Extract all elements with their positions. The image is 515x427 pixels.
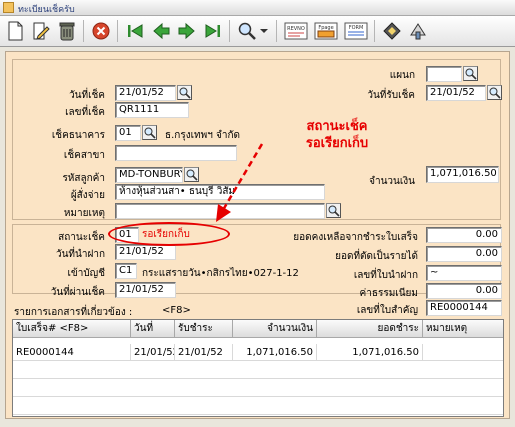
table-row-receipt[interactable]: RE0000144 xyxy=(13,344,131,361)
deposit-date-input[interactable]: 21/01/52 xyxy=(115,244,176,260)
amount-input[interactable]: 1,071,016.50 xyxy=(426,166,499,183)
grid-header-date[interactable]: วันที่ xyxy=(131,320,175,338)
cheque-date-picker-button[interactable] xyxy=(177,85,192,100)
cheque-no-input[interactable]: QR1111 xyxy=(115,102,189,118)
voucher-label: เลขที่ใบสำคัญ xyxy=(356,305,418,316)
title-bar: ทะเบียนเช็ครับ xyxy=(0,0,515,16)
department-label: แผนก xyxy=(389,70,415,81)
account-label: เข้าบัญชี xyxy=(67,268,105,279)
search-icon xyxy=(179,87,191,99)
pass-date-label: วันที่ผ่านเช็ค xyxy=(50,287,105,298)
print-icon[interactable]: Fpage xyxy=(313,20,339,42)
table-row-remark[interactable] xyxy=(423,344,503,361)
received-date-label: วันที่รับเช็ค xyxy=(367,90,415,101)
grid-header-paid[interactable]: ยอดชำระ xyxy=(317,320,423,338)
account-code-input[interactable]: C1 xyxy=(115,263,137,279)
payer-label: ผู้สั่งจ่าย xyxy=(70,190,105,201)
customer-label: รหัสลูกค้า xyxy=(62,173,105,184)
table-row-amount[interactable]: 1,071,016.50 xyxy=(233,344,317,361)
form-icon[interactable]: FORM xyxy=(343,20,369,42)
new-document-icon[interactable] xyxy=(4,20,26,42)
svg-text:FORM: FORM xyxy=(349,25,364,31)
search-icon xyxy=(186,169,198,181)
docs-hint: <F8> xyxy=(162,305,191,316)
svg-text:REVNO: REVNO xyxy=(287,26,305,32)
bank-label: เช็คธนาคาร xyxy=(51,130,105,141)
search-icon xyxy=(328,205,340,217)
app-icon xyxy=(3,2,14,13)
balance-remaining-label: ยอดคงเหลือจากชำระใบเสร็จ xyxy=(293,232,418,243)
next-record-icon[interactable] xyxy=(176,20,198,42)
report-icon[interactable]: REVNO xyxy=(283,20,309,42)
customer-code-input[interactable]: MD-TONBURY xyxy=(115,167,183,183)
toolbar: REVNO Fpage FORM xyxy=(0,16,515,47)
received-date-input[interactable]: 21/01/52 xyxy=(426,85,486,101)
grid-header-amount[interactable]: จำนวนเงิน xyxy=(233,320,317,338)
table-row-date[interactable]: 21/01/52 xyxy=(131,344,175,361)
docs-label: รายการเอกสารที่เกี่ยวข้อง : xyxy=(14,307,133,318)
table-row-received[interactable]: 21/01/52 xyxy=(175,344,233,361)
documents-grid: ใบเสร็จ# <F8> วันที่ รับชำระ จำนวนเงิน ย… xyxy=(12,319,504,417)
account-name: กระแสรายวัน•กสิกรไทย•027-1-12 xyxy=(142,268,299,279)
cheque-no-label: เลขที่เช็ค xyxy=(65,107,105,118)
search-icon xyxy=(489,87,501,99)
branch-label: เช็คสาขา xyxy=(63,150,105,161)
last-record-icon[interactable] xyxy=(202,20,224,42)
cancel-icon[interactable] xyxy=(90,20,112,42)
department-lookup-button[interactable] xyxy=(463,66,478,81)
search-icon xyxy=(465,68,477,80)
cheque-date-label: วันที่เช็ค xyxy=(69,90,105,101)
status-highlight-circle xyxy=(108,222,230,246)
fee-input[interactable]: 0.00 xyxy=(426,283,502,299)
deposit-slip-label: เลขที่ใบนำฝาก xyxy=(353,270,418,281)
annotation-line-1: สถานะเช็ค xyxy=(306,119,368,134)
search-icon[interactable] xyxy=(236,20,258,42)
tools-icon[interactable] xyxy=(381,20,403,42)
export-icon[interactable] xyxy=(407,20,429,42)
edit-document-icon[interactable] xyxy=(30,20,52,42)
table-row-paid[interactable]: 1,071,016.50 xyxy=(317,344,423,361)
department-input[interactable] xyxy=(426,66,462,82)
window-title: ทะเบียนเช็ครับ xyxy=(18,5,75,15)
trash-icon[interactable] xyxy=(56,20,78,42)
status-annotation: สถานะเช็ค รอเรียกเก็บ xyxy=(292,118,382,152)
chevron-down-icon[interactable] xyxy=(258,20,270,42)
balance-remaining-input[interactable]: 0.00 xyxy=(426,227,502,243)
annotation-line-2: รอเรียกเก็บ xyxy=(305,136,369,151)
previous-record-icon[interactable] xyxy=(150,20,172,42)
grid-header-remark[interactable]: หมายเหตุ xyxy=(423,320,503,338)
pass-date-input[interactable]: 21/01/52 xyxy=(115,282,176,298)
search-icon xyxy=(144,127,156,139)
status-label: สถานะเช็ค xyxy=(58,232,105,243)
grid-header-receipt[interactable]: ใบเสร็จ# <F8> xyxy=(13,320,131,338)
customer-lookup-button[interactable] xyxy=(184,167,199,182)
voucher-input[interactable]: RE0000144 xyxy=(426,300,502,316)
remark-lookup-button[interactable] xyxy=(326,203,341,218)
cut-income-input[interactable]: 0.00 xyxy=(426,246,502,262)
bank-lookup-button[interactable] xyxy=(142,125,157,140)
svg-text:Fpage: Fpage xyxy=(318,25,333,31)
bank-code-input[interactable]: 01 xyxy=(115,125,141,141)
deposit-date-label: วันที่นำฝาก xyxy=(55,249,105,260)
cheque-date-input[interactable]: 21/01/52 xyxy=(115,85,176,101)
grid-header-received[interactable]: รับชำระ xyxy=(175,320,233,338)
cut-income-label: ยอดที่ตัดเป็นรายได้ xyxy=(335,251,418,262)
fee-label: ค่าธรรมเนียม xyxy=(359,288,418,299)
amount-label: จำนวนเงิน xyxy=(369,176,415,187)
remark-label: หมายเหตุ xyxy=(63,208,105,219)
received-date-picker-button[interactable] xyxy=(487,85,502,100)
deposit-slip-input[interactable]: ~ xyxy=(426,265,502,281)
first-record-icon[interactable] xyxy=(124,20,146,42)
annotation-arrow xyxy=(216,143,264,222)
